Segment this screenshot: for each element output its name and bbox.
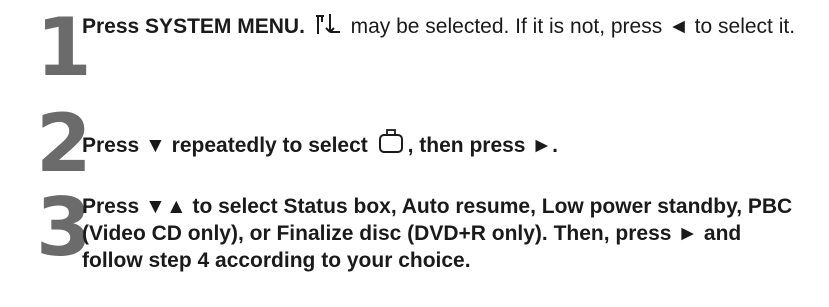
- step-note: may be selected. If it is not, press ◄ t…: [350, 15, 796, 38]
- disc-tray-icon: [378, 128, 404, 161]
- step-action-before: Press ▼ repeatedly to select: [82, 134, 368, 157]
- setup-arrows-icon: [315, 13, 341, 42]
- step-text: Press ▼ repeatedly to select , then pres…: [82, 128, 822, 161]
- step-action: Press SYSTEM MENU.: [82, 15, 305, 38]
- step-text: Press SYSTEM MENU. may be selected. If i…: [82, 13, 822, 42]
- step-text: Press ▼▲ to select Status box, Auto resu…: [82, 195, 793, 272]
- step-action-after: , then press ►.: [407, 134, 558, 157]
